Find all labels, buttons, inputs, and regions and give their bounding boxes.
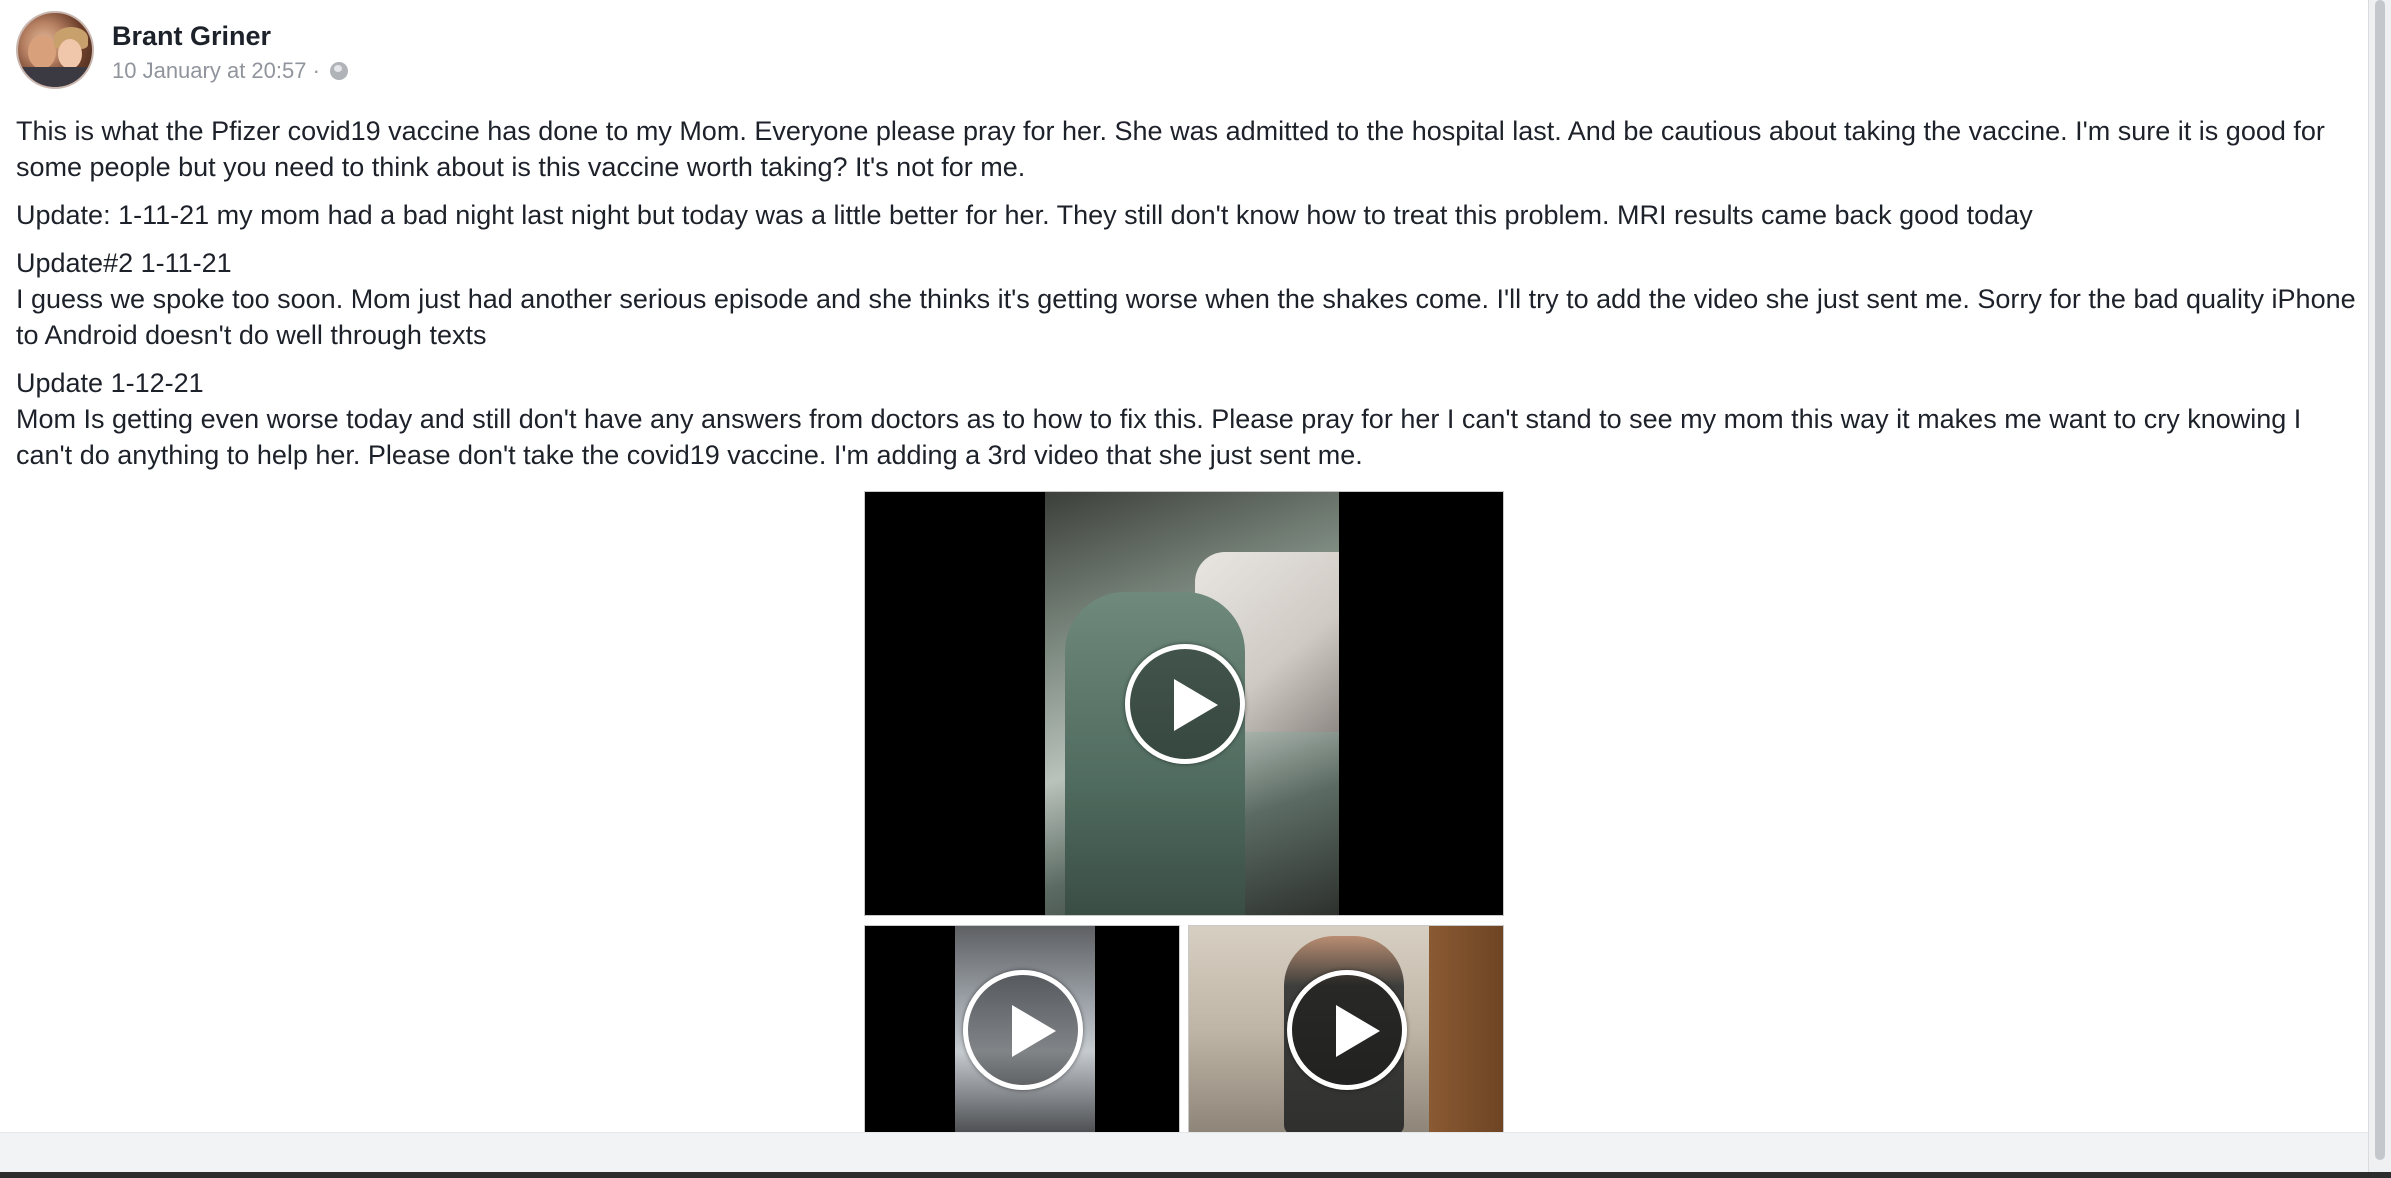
post-update-3-block: Update 1-12-21 Mom Is getting even worse… <box>16 365 2356 473</box>
post-body: This is what the Pfizer covid19 vaccine … <box>16 113 2356 485</box>
video-2[interactable] <box>864 925 1180 1134</box>
facebook-post: Brant Griner 10 January at 20:57 · This … <box>0 0 2368 1134</box>
post-footer-strip <box>0 1132 2368 1173</box>
post-paragraph-intro: This is what the Pfizer covid19 vaccine … <box>16 116 2325 182</box>
play-icon[interactable] <box>1125 644 1245 764</box>
window-bottom-edge <box>0 1172 2391 1178</box>
thumbnail-door <box>1429 926 1503 1133</box>
post-update-2-heading: Update#2 1-11-21 <box>16 248 232 278</box>
author-name[interactable]: Brant Griner <box>112 20 348 52</box>
avatar-face-1 <box>28 35 56 69</box>
avatar-shirt <box>18 67 92 87</box>
post-header: Brant Griner 10 January at 20:57 · <box>16 11 348 91</box>
post-meta: Brant Griner 10 January at 20:57 · <box>112 20 348 86</box>
video-1[interactable] <box>864 491 1504 916</box>
avatar[interactable] <box>16 11 94 89</box>
post-update-3-text: Mom Is getting even worse today and stil… <box>16 404 2302 470</box>
post-update-2-block: Update#2 1-11-21 I guess we spoke too so… <box>16 245 2356 353</box>
avatar-face-2 <box>58 39 82 69</box>
scrollbar-thumb[interactable] <box>2375 0 2385 1160</box>
play-icon[interactable] <box>1287 970 1407 1090</box>
video-row <box>864 925 1504 1134</box>
globe-icon <box>329 62 348 80</box>
timestamp-row: 10 January at 20:57 · <box>112 56 348 86</box>
video-3[interactable] <box>1188 925 1504 1134</box>
post-update-2-text: I guess we spoke too soon. Mom just had … <box>16 284 2356 350</box>
play-icon[interactable] <box>963 970 1083 1090</box>
post-timestamp[interactable]: 10 January at 20:57 · <box>112 56 320 86</box>
video-grid <box>864 491 1504 1134</box>
page: Brant Griner 10 January at 20:57 · This … <box>0 0 2391 1178</box>
vertical-scrollbar[interactable] <box>2368 0 2391 1178</box>
post-paragraph-update-1: Update: 1-11-21 my mom had a bad night l… <box>16 200 2033 230</box>
post-update-3-heading: Update 1-12-21 <box>16 368 204 398</box>
